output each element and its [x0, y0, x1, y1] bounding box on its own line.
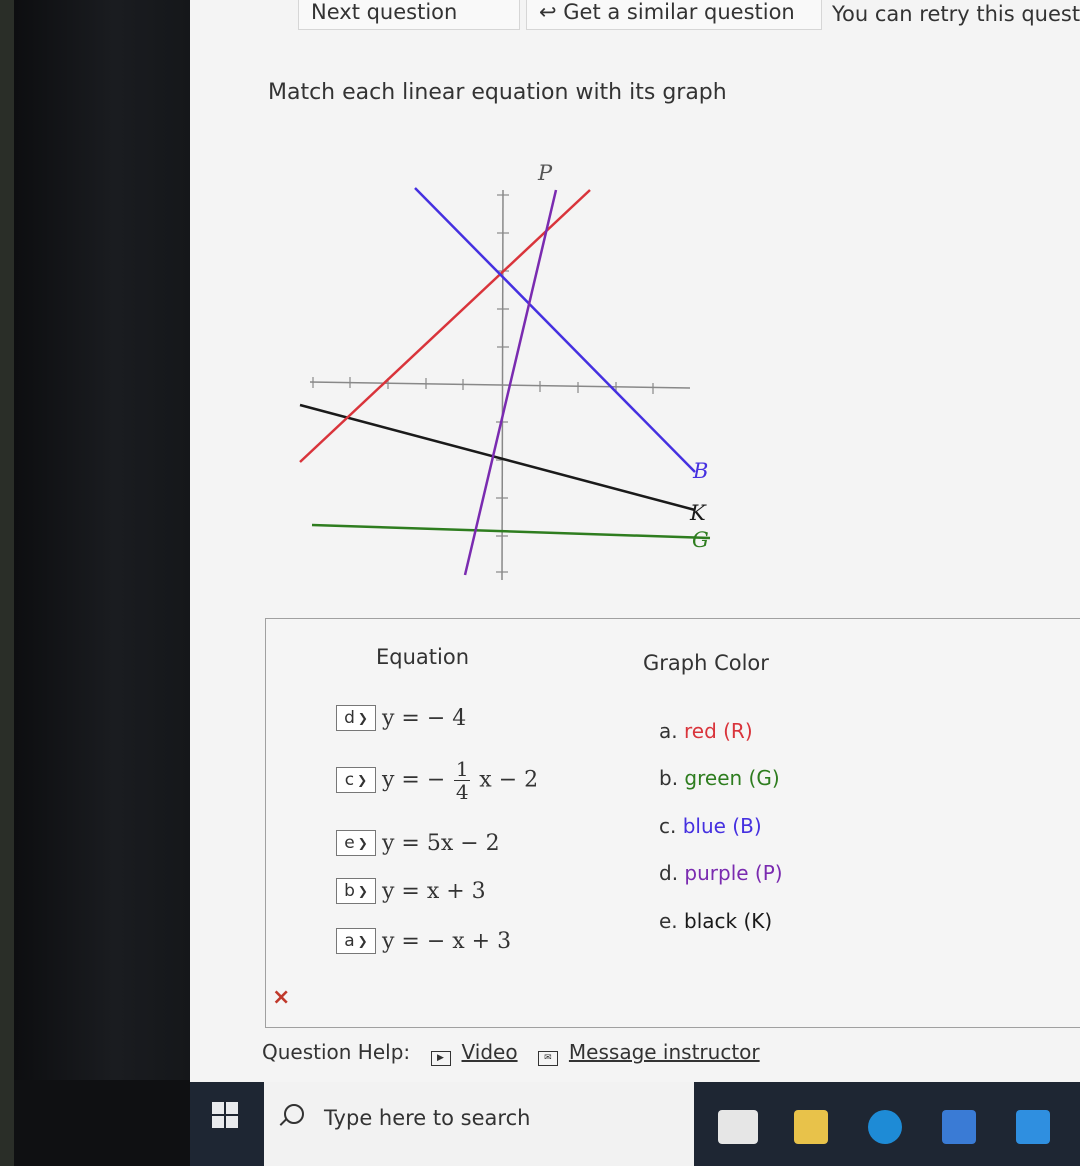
- equation-3: y = 5x − 2: [382, 830, 500, 856]
- equation-1: y = − 4: [382, 705, 467, 731]
- mail-icon: ✉: [537, 1051, 558, 1066]
- equation-row-3: e ❯ y = 5x − 2: [336, 827, 500, 859]
- next-question-label: Next question: [311, 0, 458, 24]
- browser-content: Next question ↩ Get a similar question Y…: [190, 0, 1080, 1082]
- equation-2: y = − 14 x − 2: [382, 756, 539, 804]
- search-placeholder: Type here to search: [324, 1106, 531, 1130]
- video-link[interactable]: Video: [462, 1040, 518, 1064]
- fraction: 14: [454, 756, 471, 804]
- black-line-K: [299, 403, 696, 512]
- equation-row-5: a ❯ y = − x + 3: [336, 925, 511, 957]
- taskbar-search[interactable]: Type here to search: [264, 1082, 694, 1166]
- edge-browser-icon[interactable]: [868, 1110, 902, 1144]
- similar-question-label: Get a similar question: [563, 0, 795, 24]
- windows-start-icon[interactable]: [212, 1102, 238, 1128]
- green-line-G: [311, 523, 711, 540]
- mail-app-icon[interactable]: [1016, 1110, 1050, 1144]
- label-G: G: [692, 528, 709, 552]
- store-icon[interactable]: [942, 1110, 976, 1144]
- next-question-button[interactable]: Next question: [298, 0, 520, 30]
- similar-question-button[interactable]: ↩ Get a similar question: [526, 0, 822, 30]
- answer-select-2[interactable]: c ❯: [336, 767, 376, 793]
- y-axis: [501, 189, 504, 581]
- answer-select-4[interactable]: b ❯: [336, 878, 376, 904]
- x-ticks: [312, 377, 654, 394]
- color-option-b: b. green (G): [659, 766, 780, 790]
- chevron-down-icon: ❯: [357, 884, 368, 898]
- monitor-edge: [0, 0, 14, 1166]
- matching-table: Equation Graph Color d ❯ y = − 4 c ❯ y = −…: [265, 618, 1080, 1028]
- label-B: B: [692, 459, 708, 483]
- taskbar: Type here to search: [190, 1082, 1080, 1166]
- incorrect-mark-icon: ×: [272, 985, 291, 1010]
- video-icon: ▶: [430, 1051, 451, 1066]
- chevron-down-icon: ❯: [357, 836, 368, 850]
- color-option-a: a. red (R): [659, 719, 753, 743]
- purple-line-P: [463, 189, 558, 576]
- equation-row-2: c ❯ y = − 14 x − 2: [336, 758, 538, 803]
- color-option-e: e. black (K): [659, 909, 773, 933]
- chevron-down-icon: ❯: [357, 773, 368, 787]
- chevron-down-icon: ❯: [357, 711, 368, 725]
- help-label: Question Help:: [262, 1040, 411, 1064]
- equation-row-1: d ❯ y = − 4: [336, 702, 466, 734]
- answer-select-3[interactable]: e ❯: [336, 830, 376, 856]
- monitor-bezel: [0, 0, 190, 1080]
- answer-select-1[interactable]: d ❯: [336, 705, 376, 731]
- color-option-c: c. blue (B): [659, 814, 762, 838]
- equation-header: Equation: [376, 645, 470, 669]
- line-graph: P R B K G: [299, 161, 711, 581]
- color-option-d: d. purple (P): [659, 861, 783, 885]
- label-K: K: [689, 501, 707, 525]
- message-instructor-link[interactable]: Message instructor: [569, 1040, 760, 1064]
- label-P: P: [537, 161, 553, 185]
- question-prompt: Match each linear equation with its grap…: [268, 80, 727, 105]
- answer-select-5[interactable]: a ❯: [336, 928, 376, 954]
- blue-line-B: [414, 187, 696, 473]
- task-view-icon[interactable]: [718, 1110, 758, 1144]
- search-icon: [284, 1104, 304, 1124]
- equation-4: y = x + 3: [382, 878, 486, 904]
- retry-text: You can retry this questi: [832, 2, 1080, 26]
- file-explorer-icon[interactable]: [794, 1110, 828, 1144]
- question-help: Question Help: ▶ Video ✉ Message instructo…: [262, 1040, 760, 1066]
- refresh-icon: ↩: [539, 0, 564, 24]
- x-axis: [309, 381, 691, 389]
- equation-5: y = − x + 3: [382, 928, 512, 954]
- equation-row-4: b ❯ y = x + 3: [336, 875, 486, 907]
- chevron-down-icon: ❯: [357, 934, 368, 948]
- graph-color-header: Graph Color: [643, 651, 769, 675]
